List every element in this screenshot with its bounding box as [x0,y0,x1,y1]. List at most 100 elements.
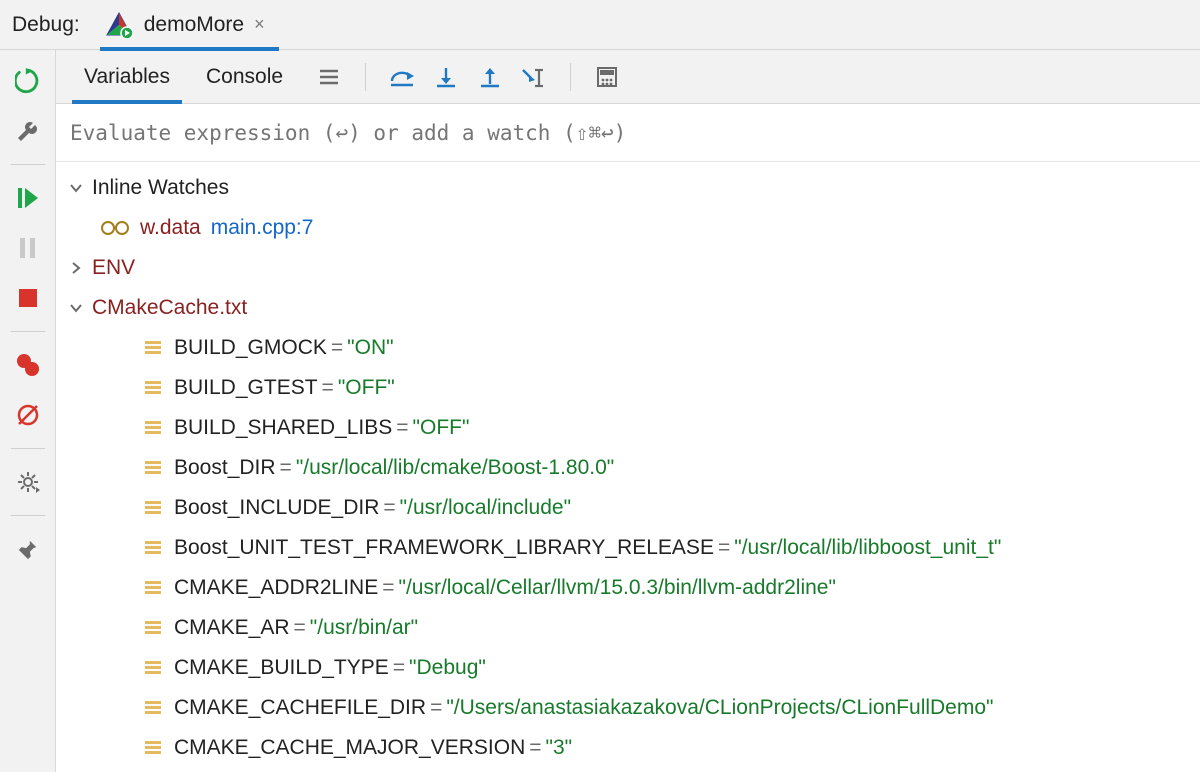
cmake-var-key: CMAKE_BUILD_TYPE [174,656,389,680]
cmake-var-row[interactable]: BUILD_SHARED_LIBS = "OFF" [56,408,1200,448]
run-to-cursor-icon[interactable] [520,63,548,91]
cmake-var-row[interactable]: BUILD_GTEST = "OFF" [56,368,1200,408]
wrench-icon[interactable] [11,114,45,148]
cmake-var-key: CMAKE_CACHEFILE_DIR [174,696,426,720]
mute-breakpoints-button[interactable] [11,398,45,432]
cmake-var-value: /usr/local/lib/cmake/Boost-1.80.0 [303,456,606,480]
cmake-var-row[interactable]: Boost_INCLUDE_DIR = "/usr/local/include" [56,488,1200,528]
equals-sign: = [294,616,306,640]
cmake-var-row[interactable]: Boost_UNIT_TEST_FRAMEWORK_LIBRARY_RELEAS… [56,528,1200,568]
cmake-var-row[interactable]: CMAKE_ADDR2LINE = "/usr/local/Cellar/llv… [56,568,1200,608]
list-icon [144,619,162,637]
cmake-var-row[interactable]: CMAKE_CACHE_MAJOR_VERSION = "3" [56,728,1200,768]
cmake-var-key: CMAKE_AR [174,616,290,640]
cmake-var-value: 3 [553,736,565,760]
cmake-var-key: BUILD_GTEST [174,376,318,400]
step-over-icon[interactable] [388,63,416,91]
debug-header: Debug: demoMore × [0,0,1200,50]
cmake-var-value: ON [355,336,387,360]
cmake-var-value: /Users/anastasiakazakova/CLionProjects/C… [454,696,986,720]
equals-sign: = [718,536,730,560]
pin-button[interactable] [11,532,45,566]
separator [11,448,45,449]
step-out-icon[interactable] [476,63,504,91]
list-icon [144,539,162,557]
cmake-var-key: Boost_DIR [174,456,276,480]
rerun-button[interactable] [11,64,45,98]
inline-watches-node[interactable]: Inline Watches [56,168,1200,208]
chevron-down-icon[interactable] [66,181,86,195]
cmake-var-key: CMAKE_ADDR2LINE [174,576,378,600]
cmake-var-value: /usr/local/lib/libboost_unit_t [742,536,994,560]
list-icon [144,579,162,597]
equals-sign: = [383,496,395,520]
cmake-var-value: OFF [345,376,387,400]
cmake-app-icon [104,10,134,40]
view-breakpoints-button[interactable] [11,348,45,382]
equals-sign: = [529,736,541,760]
tab-active-indicator [72,100,182,104]
stop-button[interactable] [11,281,45,315]
equals-sign: = [430,696,442,720]
inline-watches-label: Inline Watches [92,176,229,200]
debug-tab-demomore[interactable]: demoMore × [100,0,279,50]
tab-variables[interactable]: Variables [66,50,188,103]
equals-sign: = [393,656,405,680]
chevron-right-icon[interactable] [66,261,86,275]
step-into-icon[interactable] [432,63,460,91]
cmake-var-value: Debug [416,656,478,680]
watch-row[interactable]: w.data main.cpp:7 [56,208,1200,248]
cmake-var-value: /usr/local/include [407,496,563,520]
cmake-var-row[interactable]: CMAKE_BUILD_TYPE = "Debug" [56,648,1200,688]
resume-button[interactable] [11,181,45,215]
cmakecache-node[interactable]: CMakeCache.txt [56,288,1200,328]
cmake-var-key: Boost_UNIT_TEST_FRAMEWORK_LIBRARY_RELEAS… [174,536,714,560]
cmake-var-row[interactable]: CMAKE_AR = "/usr/bin/ar" [56,608,1200,648]
cmake-var-value: /usr/bin/ar [317,616,410,640]
list-icon [144,499,162,517]
glasses-icon [100,220,130,236]
separator [365,63,366,91]
tab-console[interactable]: Console [188,50,301,103]
equals-sign: = [396,416,408,440]
evaluate-expression-row [56,104,1200,162]
debug-title: Debug: [12,13,80,37]
watch-location: main.cpp:7 [211,216,314,240]
cmake-var-row[interactable]: BUILD_GMOCK = "ON" [56,328,1200,368]
cmake-var-value: OFF [420,416,462,440]
show-options-icon[interactable] [315,63,343,91]
env-node[interactable]: ENV [56,248,1200,288]
evaluate-expression-icon[interactable] [593,63,621,91]
separator [570,63,571,91]
separator [11,515,45,516]
evaluate-expression-input[interactable] [68,120,1200,146]
env-label: ENV [92,256,135,280]
separator [11,164,45,165]
cmake-var-row[interactable]: CMAKE_CACHEFILE_DIR = "/Users/anastasiak… [56,688,1200,728]
settings-button[interactable] [11,465,45,499]
debug-tab-label: demoMore [144,13,244,37]
cmake-var-row[interactable]: Boost_DIR = "/usr/local/lib/cmake/Boost-… [56,448,1200,488]
cmakecache-label: CMakeCache.txt [92,296,247,320]
list-icon [144,379,162,397]
cmake-var-key: BUILD_SHARED_LIBS [174,416,392,440]
cmake-var-key: BUILD_GMOCK [174,336,327,360]
close-icon[interactable]: × [254,14,265,35]
list-icon [144,339,162,357]
pause-button[interactable] [11,231,45,265]
cmake-var-key: Boost_INCLUDE_DIR [174,496,379,520]
equals-sign: = [331,336,343,360]
list-icon [144,659,162,677]
tab-console-label: Console [206,65,283,89]
cmake-var-key: CMAKE_CACHE_MAJOR_VERSION [174,736,525,760]
watch-name: w.data [140,216,201,240]
debugger-sub-tabbar: Variables Console [56,50,1200,104]
variables-tree: Inline Watches w.data main.cpp:7 ENV CMa… [56,162,1200,772]
chevron-down-icon[interactable] [66,301,86,315]
tab-variables-label: Variables [84,65,170,89]
list-icon [144,419,162,437]
equals-sign: = [382,576,394,600]
equals-sign: = [280,456,292,480]
debug-side-toolbar [0,50,56,772]
list-icon [144,739,162,757]
